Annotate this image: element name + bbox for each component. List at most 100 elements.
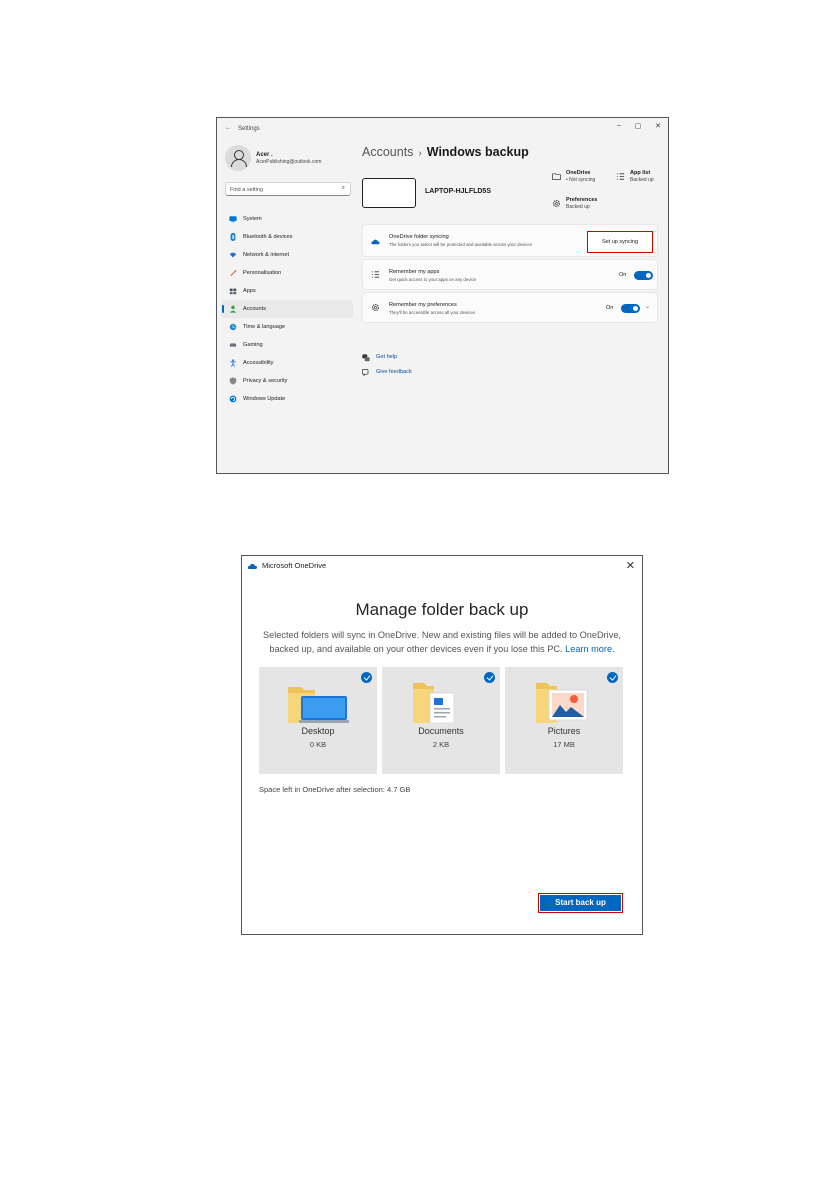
sidebar-item-accessibility[interactable]: Accessibility (221, 354, 353, 372)
onedrive-cloud-icon (247, 563, 258, 569)
sidebar-item-label: Apps (243, 288, 256, 294)
folder-tiles: Desktop 0 KB Documents 2 KB Pictures 17 … (259, 667, 623, 774)
status-subtitle: • Not syncing (566, 177, 596, 183)
pictures-folder-icon (536, 683, 588, 723)
onedrive-titlebar: Microsoft OneDrive (247, 561, 326, 570)
checkmark-icon[interactable] (607, 672, 618, 683)
globe-clock-icon (229, 323, 237, 331)
find-setting-box: ⌕ (225, 182, 351, 196)
card-title: OneDrive folder syncing (389, 234, 449, 240)
settings-titlebar: ← Settings – ▢ ✕ (217, 118, 668, 138)
search-icon[interactable]: ⌕ (342, 185, 345, 192)
card-subtitle: They'll be accessible across all your de… (389, 310, 476, 315)
close-icon[interactable]: ✕ (626, 559, 635, 572)
profile-name: Acer . (256, 151, 273, 158)
folder-tile-desktop[interactable]: Desktop 0 KB (259, 667, 377, 774)
checkmark-icon[interactable] (361, 672, 372, 683)
person-icon (229, 305, 237, 313)
sidebar-item-bluetooth[interactable]: Bluetooth & devices (221, 228, 353, 246)
folder-tile-pictures[interactable]: Pictures 17 MB (505, 667, 623, 774)
user-profile[interactable]: Acer . AcerPublishing@outlook.com (225, 145, 321, 171)
status-subtitle: Backed up (566, 204, 590, 210)
status-subtitle: Backed up (630, 177, 654, 183)
set-up-syncing-button[interactable]: Set up syncing (587, 231, 653, 253)
bluetooth-icon (230, 233, 236, 241)
onedrive-status: OneDrive • Not syncing (552, 170, 596, 183)
sidebar-item-label: Windows Update (243, 396, 286, 402)
monitor-icon (229, 216, 237, 223)
minimize-icon[interactable]: – (614, 122, 624, 129)
sidebar-item-time-language[interactable]: Time & language (221, 318, 353, 336)
space-left-text: Space left in OneDrive after selection: … (259, 785, 411, 794)
settings-window: ← Settings – ▢ ✕ Acer . AcerPublishing@o… (216, 117, 669, 474)
folder-name: Desktop (301, 726, 335, 736)
applist-status: App list Backed up (616, 170, 654, 183)
remember-apps-toggle[interactable] (634, 271, 653, 280)
remember-preferences-toggle[interactable] (621, 304, 640, 313)
link-text: Give feedback (376, 369, 412, 375)
settings-main: Accounts › Windows backup LAPTOP-HJLFLD5S … (362, 138, 668, 473)
desktop-folder-icon (288, 687, 349, 723)
sidebar-item-gaming[interactable]: Gaming (221, 336, 353, 354)
list-icon (616, 173, 625, 180)
preferences-status: Preferences Backed up (552, 197, 598, 210)
accessibility-icon (230, 359, 236, 367)
folder-name: Pictures (547, 726, 581, 736)
gamepad-icon (229, 343, 237, 347)
device-name: LAPTOP-HJLFLD5S (425, 188, 491, 195)
back-arrow-icon[interactable]: ← (225, 125, 231, 131)
status-title: OneDrive (566, 170, 591, 176)
folder-tile-documents[interactable]: Documents 2 KB (382, 667, 500, 774)
update-icon (229, 395, 237, 403)
dialog-description: Selected folders will sync in OneDrive. … (254, 628, 630, 656)
learn-more-link[interactable]: Learn more. (565, 644, 615, 654)
sidebar-item-label: Gaming (243, 342, 263, 348)
gear-icon (371, 303, 380, 312)
shield-icon (229, 377, 237, 385)
wifi-icon (229, 252, 237, 258)
card-subtitle: The folders you select will be protected… (389, 242, 533, 247)
settings-app-title: Settings (238, 126, 260, 132)
sidebar-item-accounts[interactable]: Accounts (221, 300, 353, 318)
sidebar-item-label: Privacy & security (243, 378, 288, 384)
breadcrumb-parent[interactable]: Accounts (362, 145, 413, 159)
sidebar-item-label: Accounts (243, 306, 267, 312)
sidebar-item-privacy-security[interactable]: Privacy & security (221, 372, 353, 390)
card-title: Remember my preferences (389, 302, 457, 308)
folder-name: Documents (418, 726, 464, 736)
folder-size: 2 KB (432, 740, 450, 749)
list-icon (371, 271, 380, 278)
search-input[interactable] (230, 186, 330, 194)
sidebar-item-label: Time & language (243, 324, 286, 330)
profile-email: AcerPublishing@outlook.com (256, 158, 322, 165)
help-chat-icon (362, 354, 370, 362)
status-title: Preferences (566, 197, 598, 203)
link-text: Get help (376, 354, 398, 360)
sidebar-item-system[interactable]: System (221, 210, 353, 228)
sidebar-item-label: Personalisation (243, 270, 282, 276)
folder-size: 17 MB (553, 740, 575, 749)
onedrive-sync-card: OneDrive folder syncing The folders you … (362, 224, 658, 257)
sidebar-item-label: Accessibility (243, 360, 274, 366)
sidebar-nav: System Bluetooth & devices Network & int… (221, 210, 353, 408)
status-title: App list (630, 170, 651, 176)
avatar (225, 145, 251, 171)
remember-apps-card: Remember my apps Get quick access to you… (362, 259, 658, 290)
gear-icon (552, 199, 561, 208)
start-back-up-button[interactable]: Start back up (538, 893, 623, 913)
card-subtitle: Get quick access to your apps on any dev… (389, 277, 477, 282)
chevron-down-icon[interactable]: ⌄ (645, 303, 650, 310)
sidebar-item-windows-update[interactable]: Windows Update (221, 390, 353, 408)
onedrive-cloud-icon (371, 239, 380, 245)
close-icon[interactable]: ✕ (653, 122, 663, 130)
sidebar-item-apps[interactable]: Apps (221, 282, 353, 300)
sidebar-item-personalisation[interactable]: Personalisation (221, 264, 353, 282)
sidebar-item-network[interactable]: Network & internet (221, 246, 353, 264)
checkmark-icon[interactable] (484, 672, 495, 683)
device-thumbnail (362, 178, 416, 208)
sidebar-item-label: Bluetooth & devices (243, 234, 293, 240)
settings-sidebar: Acer . AcerPublishing@outlook.com ⌕ Syst… (217, 138, 357, 473)
remember-preferences-card: Remember my preferences They'll be acces… (362, 292, 658, 323)
maximize-icon[interactable]: ▢ (633, 122, 643, 130)
dialog-heading: Manage folder back up (355, 600, 529, 619)
